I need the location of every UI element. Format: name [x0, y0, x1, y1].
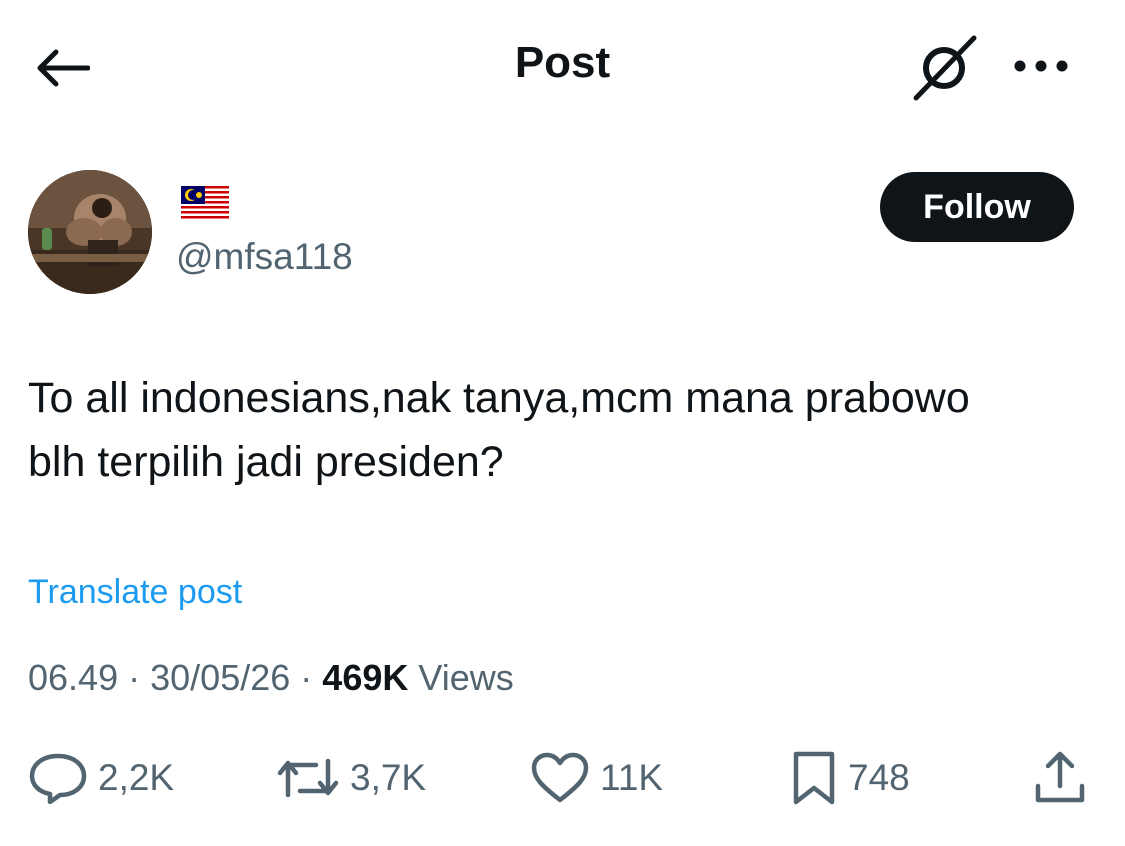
post-time: 06.49 [28, 657, 119, 698]
more-button[interactable] [1006, 44, 1076, 88]
post-text-line-2: blh terpilih jadi presiden? [28, 438, 504, 486]
like-button[interactable]: 11K [530, 748, 663, 808]
more-icon [1014, 60, 1068, 72]
post-text-line-1: To all indonesians,nak tanya,mcm mana pr… [28, 374, 970, 422]
translate-post-link[interactable]: Translate post [28, 573, 242, 612]
follow-button[interactable]: Follow [880, 172, 1074, 242]
post-meta: 06.49 · 30/05/26 · 469K Views [28, 657, 514, 699]
share-icon [1035, 751, 1085, 803]
views-count[interactable]: 469K [322, 657, 408, 698]
meta-separator: · [300, 657, 313, 698]
post-text: To all indonesians,nak tanya,mcm mana pr… [28, 366, 1108, 494]
bookmark-button[interactable]: 748 [790, 748, 910, 808]
bookmark-count: 748 [848, 757, 910, 798]
repost-button[interactable]: 3,7K [276, 748, 426, 808]
avatar-image [28, 170, 152, 294]
bookmark-icon [793, 751, 835, 805]
grok-button[interactable] [906, 30, 982, 106]
reply-count: 2,2K [98, 757, 175, 798]
post-date: 30/05/26 [150, 657, 291, 698]
repost-count: 3,7K [350, 757, 427, 798]
like-icon [531, 752, 589, 803]
reply-icon [29, 753, 87, 804]
like-count: 11K [600, 757, 664, 798]
author-handle[interactable]: @mfsa118 [176, 236, 353, 278]
grok-icon [913, 35, 977, 101]
views-label: Views [418, 657, 514, 698]
reply-button[interactable]: 2,2K [28, 748, 174, 808]
avatar[interactable] [28, 170, 152, 294]
country-flag [181, 186, 229, 220]
repost-icon [277, 758, 339, 798]
meta-separator: · [128, 657, 141, 698]
share-button[interactable] [1030, 748, 1090, 808]
